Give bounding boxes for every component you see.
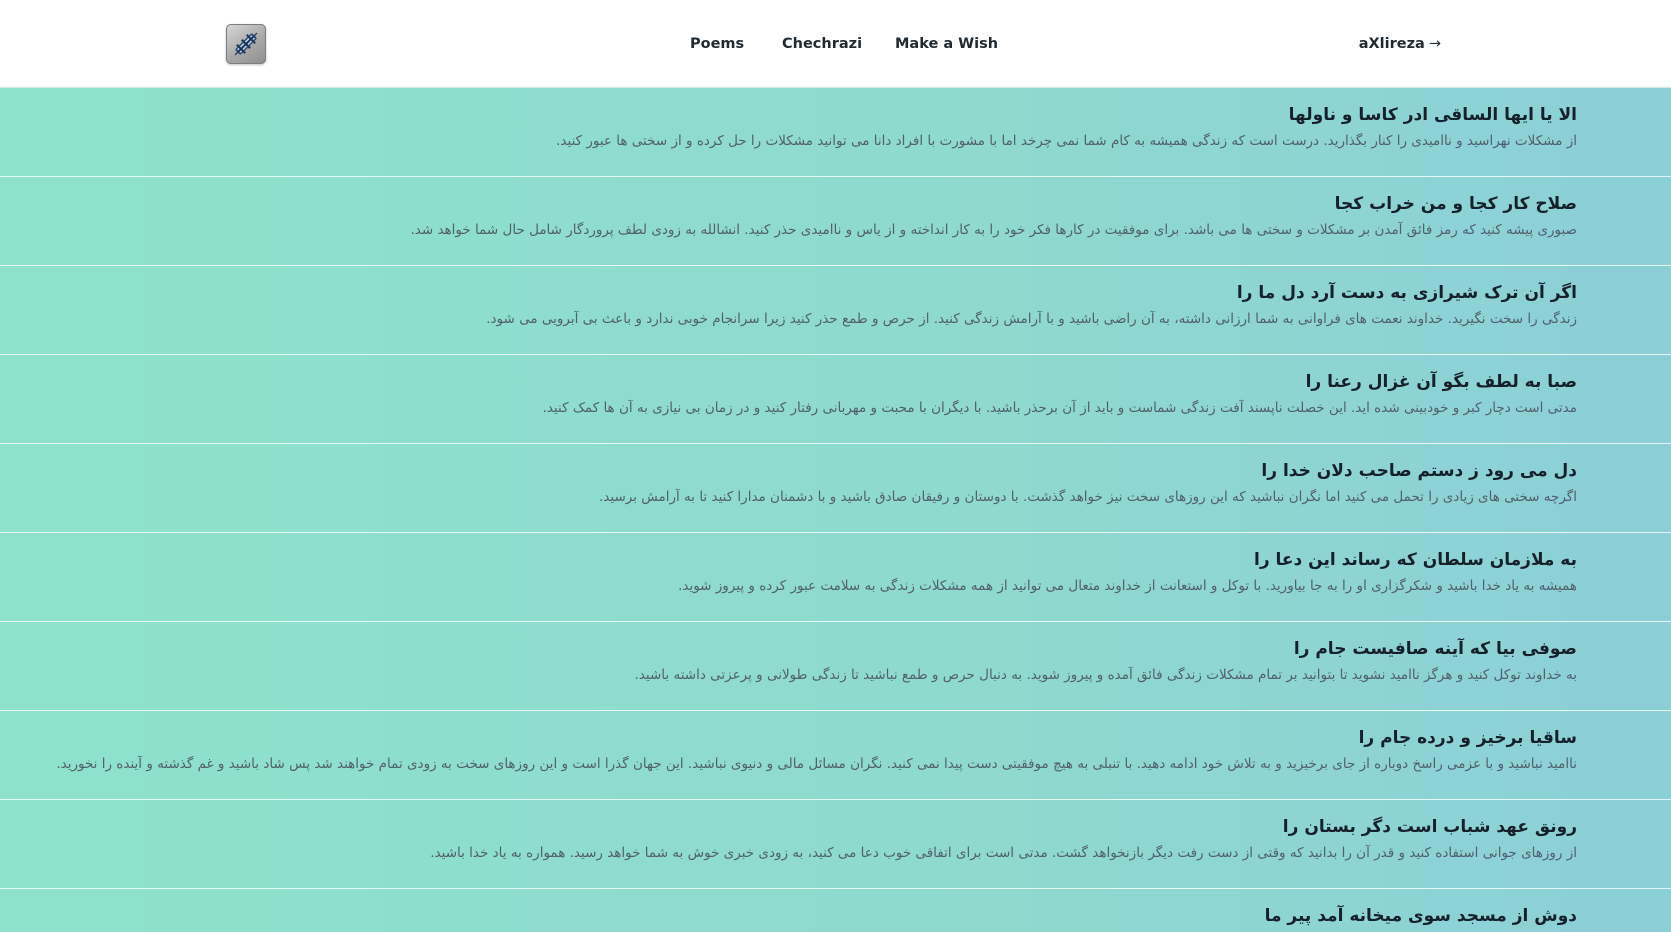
poem-title: صلاح کار کجا و من خراب کجا (1334, 194, 1577, 214)
poem-title: ساقیا برخیز و درده جام را (1358, 728, 1577, 748)
poem-description: همیشه به یاد خدا باشید و شکرگزاری او را … (678, 578, 1577, 594)
poem-description: زندگی را سخت نگیرید. خداوند نعمت های فرا… (486, 311, 1577, 327)
top-navbar: Poems Chechrazi Make a Wish aXlireza → (0, 0, 1671, 88)
poem-description: ناامید نباشید و با عزمی راسخ دوباره از ج… (56, 756, 1577, 772)
telescope-tile-icon[interactable] (226, 24, 266, 64)
poem-title: به ملازمان سلطان که رساند این دعا را (1254, 550, 1577, 570)
poem-title: صوفی بیا که آینه صافیست جام را (1293, 639, 1577, 659)
poem-item[interactable]: ساقیا برخیز و درده جام را ناامید نباشید … (0, 711, 1671, 800)
logo-graphic (234, 32, 258, 56)
poem-item[interactable]: دوش از مسجد سوی میخانه آمد پیر ما (0, 889, 1671, 932)
poem-item[interactable]: صوفی بیا که آینه صافیست جام را به خداوند… (0, 622, 1671, 711)
poem-item[interactable]: رونق عهد شباب است دگر بستان را از روزهای… (0, 800, 1671, 889)
poem-item[interactable]: دل می رود ز دستم صاحب دلان خدا را اگرچه … (0, 444, 1671, 533)
username: aXlireza (1358, 36, 1425, 52)
poem-title: دل می رود ز دستم صاحب دلان خدا را (1261, 461, 1577, 481)
poem-item[interactable]: اگر آن ترک شیرازی به دست آرد دل ما را زن… (0, 266, 1671, 355)
nav-chechrazi-link[interactable]: Chechrazi (782, 34, 862, 54)
poem-title: صبا به لطف بگو آن غزال رعنا را (1305, 372, 1577, 392)
poem-description: اگرچه سختی های زیادی را تحمل می کنید اما… (599, 489, 1577, 505)
poem-title: الا یا ایها الساقی ادر کاسا و ناولها (1288, 105, 1577, 125)
poem-title: اگر آن ترک شیرازی به دست آرد دل ما را (1236, 283, 1577, 303)
poem-title: دوش از مسجد سوی میخانه آمد پیر ما (1264, 906, 1577, 926)
arrow-right-icon: → (1428, 36, 1441, 52)
poem-description: مدتی است دچار کبر و خودبینی شده اید. این… (542, 400, 1577, 416)
user-account-link[interactable]: aXlireza → (1359, 34, 1441, 54)
poem-item[interactable]: صبا به لطف بگو آن غزال رعنا را مدتی است … (0, 355, 1671, 444)
poem-title: رونق عهد شباب است دگر بستان را (1282, 817, 1577, 837)
poem-description: از مشکلات نهراسید و ناامیدی را کنار بگذا… (556, 133, 1577, 149)
poem-description: از روزهای جوانی استفاده کنید و قدر آن را… (430, 845, 1577, 861)
poem-item[interactable]: به ملازمان سلطان که رساند این دعا را همی… (0, 533, 1671, 622)
poem-description: به خداوند توکل کنید و هرگز ناامید نشوید … (634, 667, 1577, 683)
poem-item[interactable]: الا یا ایها الساقی ادر کاسا و ناولها از … (0, 88, 1671, 177)
nav-make-a-wish-link[interactable]: Make a Wish (895, 34, 998, 54)
poem-list: الا یا ایها الساقی ادر کاسا و ناولها از … (0, 88, 1671, 932)
poem-description: صبوری پیشه کنید که رمز فائق آمدن بر مشکل… (410, 222, 1577, 238)
nav-poems-link[interactable]: Poems (690, 34, 744, 54)
poem-item[interactable]: صلاح کار کجا و من خراب کجا صبوری پیشه کن… (0, 177, 1671, 266)
